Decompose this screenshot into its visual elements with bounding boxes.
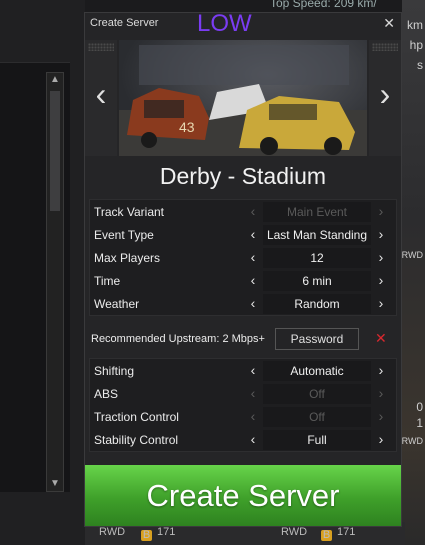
track-variant-selector: ‹ Main Event › xyxy=(243,202,391,222)
setting-label: Traction Control xyxy=(94,410,179,424)
chevron-left-icon[interactable]: ‹ xyxy=(243,271,263,291)
dialog-title: Create Server xyxy=(90,17,159,29)
class-badge: B xyxy=(321,529,332,541)
bg-number: 0 xyxy=(416,400,423,414)
scrollbar-thumb[interactable] xyxy=(50,91,60,211)
bg-unit: s xyxy=(417,58,423,72)
background-right-panel: km hp s RWD RWD 0 1 xyxy=(402,0,425,545)
bg-number: 1 xyxy=(416,416,423,430)
setting-label: Stability Control xyxy=(94,433,179,447)
max-players-selector[interactable]: ‹ 12 › xyxy=(243,248,391,268)
quality-watermark: LOW xyxy=(197,10,252,37)
background-left-panel: ▲ ▼ xyxy=(0,0,85,545)
time-selector[interactable]: ‹ 6 min › xyxy=(243,271,391,291)
bg-num-right: 171 xyxy=(337,526,356,538)
setting-value: 6 min xyxy=(263,271,371,291)
setting-value: Off xyxy=(263,384,371,404)
chevron-right-icon[interactable]: › xyxy=(369,76,401,113)
setting-label: Max Players xyxy=(94,251,161,265)
chevron-left-icon: ‹ xyxy=(250,385,256,401)
close-icon[interactable]: ✕ xyxy=(383,15,395,32)
chevron-left-icon[interactable]: ‹ xyxy=(243,225,263,245)
track-name: Derby - Stadium xyxy=(159,163,327,189)
event-settings-group: Track Variant ‹ Main Event › Event Type … xyxy=(89,199,397,316)
chevron-right-icon[interactable]: › xyxy=(371,271,391,291)
chevron-right-icon[interactable]: › xyxy=(371,430,391,450)
weather-selector[interactable]: ‹ Random › xyxy=(243,294,391,314)
background-top-speed: Top Speed: 209 km/ xyxy=(270,0,377,10)
setting-label: Time xyxy=(94,274,121,288)
chevron-left-icon[interactable]: ‹ xyxy=(243,361,263,381)
svg-text:43: 43 xyxy=(179,119,195,135)
assists-group: Shifting ‹ Automatic › ABS ‹ Off › Tract… xyxy=(89,358,397,452)
setting-label: ABS xyxy=(94,387,119,401)
password-button[interactable]: Password xyxy=(275,328,359,350)
setting-weather: Weather ‹ Random › xyxy=(90,292,396,315)
chevron-right-icon: › xyxy=(378,408,384,424)
setting-event-type: Event Type ‹ Last Man Standing › xyxy=(90,223,396,246)
chevron-right-icon[interactable]: › xyxy=(371,361,391,381)
event-type-selector[interactable]: ‹ Last Man Standing › xyxy=(243,225,391,245)
setting-shifting: Shifting ‹ Automatic › xyxy=(90,359,396,382)
arrow-up-icon[interactable]: ▲ xyxy=(47,73,63,87)
create-server-button[interactable]: Create Server xyxy=(85,465,401,526)
bg-num-left: 171 xyxy=(157,526,176,538)
chevron-left-icon[interactable]: ‹ xyxy=(85,76,117,113)
bg-drive: RWD xyxy=(401,436,423,446)
chevron-left-icon[interactable]: ‹ xyxy=(243,294,263,314)
setting-label: Shifting xyxy=(94,364,135,378)
bg-drive-left: RWD xyxy=(99,526,126,538)
chevron-right-icon[interactable]: › xyxy=(371,248,391,268)
create-server-dialog: Create Server LOW ✕ ‹ 43 › Derby - Stadi… xyxy=(84,10,402,527)
setting-label: Event Type xyxy=(94,228,154,242)
setting-traction-control: Traction Control ‹ Off › xyxy=(90,405,396,428)
track-preview-image: 43 xyxy=(119,40,367,156)
setting-label: Weather xyxy=(94,297,140,311)
background-scrollbar[interactable]: ▲ ▼ xyxy=(46,72,64,492)
setting-max-players: Max Players ‹ 12 › xyxy=(90,246,396,269)
arrow-down-icon[interactable]: ▼ xyxy=(47,477,63,491)
recommended-upstream-label: Recommended Upstream: 2 Mbps+ xyxy=(91,333,265,345)
bg-unit: km xyxy=(407,18,423,32)
chevron-right-icon[interactable]: › xyxy=(371,294,391,314)
bg-drive-right: RWD xyxy=(281,526,308,538)
shifting-selector[interactable]: ‹ Automatic › xyxy=(243,361,391,381)
setting-value: Random xyxy=(263,294,371,314)
bg-unit: hp xyxy=(409,38,423,52)
setting-value: 12 xyxy=(263,248,371,268)
setting-time: Time ‹ 6 min › xyxy=(90,269,396,292)
setting-value: Off xyxy=(263,407,371,427)
upstream-row: Recommended Upstream: 2 Mbps+ Password ✕ xyxy=(89,324,397,354)
class-badge: B xyxy=(141,529,152,541)
chevron-left-icon: ‹ xyxy=(250,408,256,424)
chevron-left-icon[interactable]: ‹ xyxy=(243,430,263,450)
chevron-right-icon[interactable]: › xyxy=(371,225,391,245)
traction-control-selector: ‹ Off › xyxy=(243,407,391,427)
x-icon[interactable]: ✕ xyxy=(375,330,387,347)
setting-track-variant: Track Variant ‹ Main Event › xyxy=(90,200,396,223)
dialog-title-bar: Create Server LOW ✕ xyxy=(85,10,401,37)
setting-abs: ABS ‹ Off › xyxy=(90,382,396,405)
setting-value: Last Man Standing xyxy=(263,225,371,245)
setting-value: Full xyxy=(263,430,371,450)
chevron-left-icon[interactable]: ‹ xyxy=(243,248,263,268)
setting-value: Main Event xyxy=(263,202,371,222)
setting-stability-control: Stability Control ‹ Full › xyxy=(90,428,396,451)
setting-label: Track Variant xyxy=(94,205,165,219)
setting-value: Automatic xyxy=(263,361,371,381)
chevron-right-icon: › xyxy=(378,385,384,401)
track-preview: ‹ 43 › xyxy=(85,40,401,156)
chevron-right-icon: › xyxy=(378,203,384,219)
stability-control-selector[interactable]: ‹ Full › xyxy=(243,430,391,450)
bg-drive: RWD xyxy=(401,250,423,260)
chevron-left-icon: ‹ xyxy=(250,203,256,219)
abs-selector: ‹ Off › xyxy=(243,384,391,404)
